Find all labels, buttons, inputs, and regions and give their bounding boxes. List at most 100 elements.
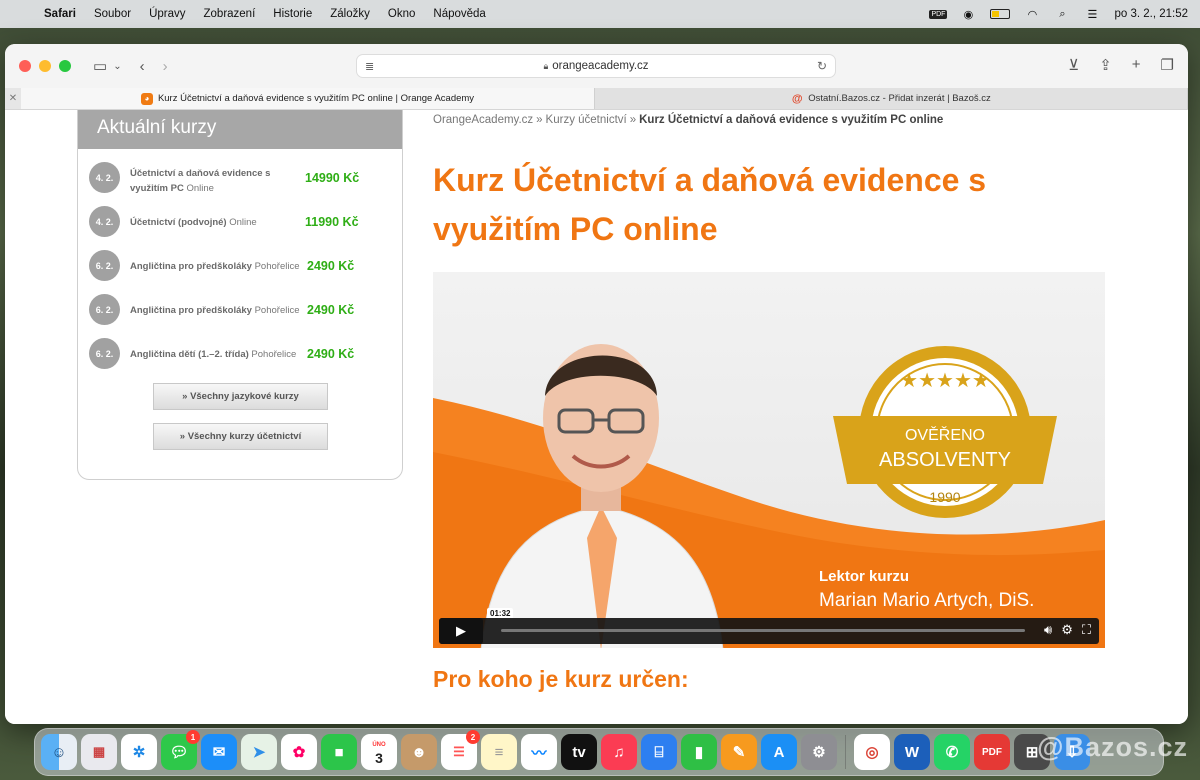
course-name[interactable]: Angličtina pro předškoláky Pohořelice <box>130 259 315 274</box>
music-icon[interactable]: ♫ <box>601 734 637 770</box>
menu-app-name[interactable]: Safari <box>44 8 76 20</box>
search-icon[interactable]: ⌕ <box>1054 7 1070 21</box>
course-price: 2490 Kč <box>307 347 355 361</box>
menu-bookmarks[interactable]: Záložky <box>330 8 370 20</box>
tab-overview-icon[interactable]: ❐ <box>1161 56 1174 74</box>
word-icon[interactable]: W <box>894 734 930 770</box>
breadcrumb-separator: » <box>629 114 637 126</box>
menu-window[interactable]: Okno <box>388 8 416 20</box>
apple-tv-icon[interactable]: tv <box>561 734 597 770</box>
freeform-icon[interactable]: 〰 <box>521 734 557 770</box>
page-content: Aktuální kurzy 4. 2. Účetnictví a daňová… <box>5 110 1188 724</box>
course-date: 4. 2. <box>89 206 120 237</box>
app-store-icon[interactable]: A <box>761 734 797 770</box>
browser-toolbar: ▭ ⌄ ‹ › ≣ 🔒︎ orangeacademy.cz ↻ ⊻ ⇪ + ❐ <box>5 44 1188 88</box>
safari-icon[interactable]: ✲ <box>121 734 157 770</box>
address-bar[interactable]: ≣ 🔒︎ orangeacademy.cz ↻ <box>356 54 836 78</box>
safari-window: ▭ ⌄ ‹ › ≣ 🔒︎ orangeacademy.cz ↻ ⊻ ⇪ + ❐ … <box>5 44 1188 724</box>
chevron-down-icon[interactable]: ⌄ <box>113 61 121 72</box>
minimize-window-button[interactable] <box>39 60 51 72</box>
fullscreen-icon[interactable]: ⛶ <box>1082 622 1091 638</box>
finder-icon[interactable]: ☺ <box>41 734 77 770</box>
breadcrumb-separator: » <box>536 114 543 126</box>
new-tab-icon[interactable]: + <box>1132 56 1141 74</box>
tab-orange-academy[interactable]: ◕ Kurz Účetnictví a daňová evidence s vy… <box>21 88 595 109</box>
orange-academy-favicon-icon: ◕ <box>140 92 153 105</box>
course-date: 6. 2. <box>89 250 120 281</box>
mail-icon[interactable]: ✉ <box>201 734 237 770</box>
notes-icon[interactable]: ≡ <box>481 734 517 770</box>
whatsapp-icon[interactable]: ✆ <box>934 734 970 770</box>
bazos-watermark: @Bazos.cz <box>1037 732 1188 762</box>
all-accounting-courses-button[interactable]: » Všechny kurzy účetnictví <box>153 423 328 450</box>
pdf-status-icon[interactable]: PDF <box>929 7 948 21</box>
lecturer-label: Lektor kurzu <box>819 568 910 585</box>
all-language-courses-button[interactable]: » Všechny jazykové kurzy <box>153 383 328 410</box>
close-window-button[interactable] <box>19 60 31 72</box>
reminders-icon[interactable]: ☰ 2 <box>441 730 480 770</box>
menu-edit[interactable]: Úpravy <box>149 8 185 20</box>
pdf-app-icon[interactable]: PDF <box>974 734 1010 770</box>
course-price: 14990 Kč <box>305 171 360 185</box>
menubar-clock[interactable]: po 3. 2., 21:52 <box>1114 8 1188 20</box>
course-date: 4. 2. <box>89 162 120 193</box>
launchpad-icon[interactable]: ▦ <box>81 734 117 770</box>
current-courses-heading: Aktuální kurzy <box>78 110 402 149</box>
course-video-player[interactable]: ★★★★★ OVĚŘENO ABSOLVENTY 1990 Lektor kur… <box>433 272 1105 648</box>
course-item[interactable]: 6. 2. Angličtina pro předškoláky Pohořel… <box>89 294 389 328</box>
photos-icon[interactable]: ✿ <box>281 734 317 770</box>
tab-bazos[interactable]: @ Ostatní.Bazos.cz - Přidat inzerát | Ba… <box>595 88 1188 109</box>
wifi-icon[interactable]: ◠ <box>1024 7 1040 21</box>
svg-text:★★★★★: ★★★★★ <box>900 368 990 392</box>
menu-view[interactable]: Zobrazení <box>204 8 256 20</box>
back-button[interactable]: ‹ <box>140 58 145 75</box>
course-item[interactable]: 6. 2. Angličtina dětí (1.–2. třída) Poho… <box>89 338 389 372</box>
maps-icon[interactable]: ➤ <box>241 734 277 770</box>
reader-icon[interactable]: ≣ <box>365 60 374 73</box>
chrome-icon[interactable]: ◎ <box>854 734 890 770</box>
course-item[interactable]: 4. 2. Účetnictví a daňová evidence s vyu… <box>89 162 389 196</box>
lock-icon: 🔒︎ <box>543 60 549 71</box>
lecturer-photo <box>480 344 724 648</box>
sidebar-toggle-icon[interactable]: ▭ <box>93 57 107 75</box>
keynote-icon[interactable]: ⌸ <box>641 734 677 770</box>
numbers-icon[interactable]: ▮ <box>681 734 717 770</box>
video-controls: ▶ 🔊︎ ⚙ ⛶ <box>439 618 1099 644</box>
zoom-window-button[interactable] <box>59 60 71 72</box>
messages-icon[interactable]: 💬︎ 1 <box>161 730 200 770</box>
volume-icon[interactable]: 🔊︎ <box>1044 622 1052 638</box>
facetime-icon[interactable]: ■ <box>321 734 357 770</box>
control-center-icon[interactable]: ☰ <box>1084 7 1100 21</box>
contacts-icon[interactable]: ☻ <box>401 734 437 770</box>
battery-icon[interactable] <box>990 9 1011 19</box>
menu-help[interactable]: Nápověda <box>433 8 485 20</box>
calendar-icon[interactable]: ÚNO 3 <box>361 734 397 770</box>
reload-icon[interactable]: ↻ <box>817 59 827 73</box>
forward-button[interactable]: › <box>163 58 168 75</box>
course-name[interactable]: Účetnictví a daňová evidence s využitím … <box>130 166 310 196</box>
dock: ☺ ▦ ✲ 💬︎ 1 ✉ ➤ ✿ ■ ÚNO 3 ☻ ☰ 2 ≡ 〰 tv ♫ ⌸ ▮… <box>34 728 1164 776</box>
menu-file[interactable]: Soubor <box>94 8 131 20</box>
user-status-icon[interactable]: ◉ <box>960 7 976 21</box>
menu-history[interactable]: Historie <box>273 8 312 20</box>
downloads-icon[interactable]: ⊻ <box>1068 56 1079 74</box>
breadcrumb-category-link[interactable]: Kurzy účetnictví <box>546 114 627 126</box>
course-item[interactable]: 6. 2. Angličtina pro předškoláky Pohořel… <box>89 250 389 284</box>
course-item[interactable]: 4. 2. Účetnictví (podvojné) Online 11990… <box>89 206 389 240</box>
system-settings-icon[interactable]: ⚙ <box>801 734 837 770</box>
share-icon[interactable]: ⇪ <box>1099 56 1112 74</box>
close-tab-icon[interactable]: ✕ <box>5 88 21 109</box>
pages-icon[interactable]: ✎ <box>721 734 757 770</box>
settings-gear-icon[interactable]: ⚙ <box>1061 622 1073 638</box>
play-button[interactable]: ▶ <box>439 618 483 644</box>
badge-year-text: 1990 <box>929 489 960 505</box>
breadcrumb-home-link[interactable]: OrangeAcademy.cz <box>433 114 533 126</box>
course-name[interactable]: Účetnictví (podvojné) Online <box>130 215 310 230</box>
course-name[interactable]: Angličtina pro předškoláky Pohořelice <box>130 303 315 318</box>
url-text[interactable]: orangeacademy.cz <box>552 60 648 72</box>
course-name[interactable]: Angličtina dětí (1.–2. třída) Pohořelice <box>130 347 315 362</box>
course-date: 6. 2. <box>89 294 120 325</box>
section-heading: Pro koho je kurz určen: <box>433 666 689 692</box>
video-seekbar[interactable] <box>501 629 1025 632</box>
messages-badge: 1 <box>186 730 200 744</box>
